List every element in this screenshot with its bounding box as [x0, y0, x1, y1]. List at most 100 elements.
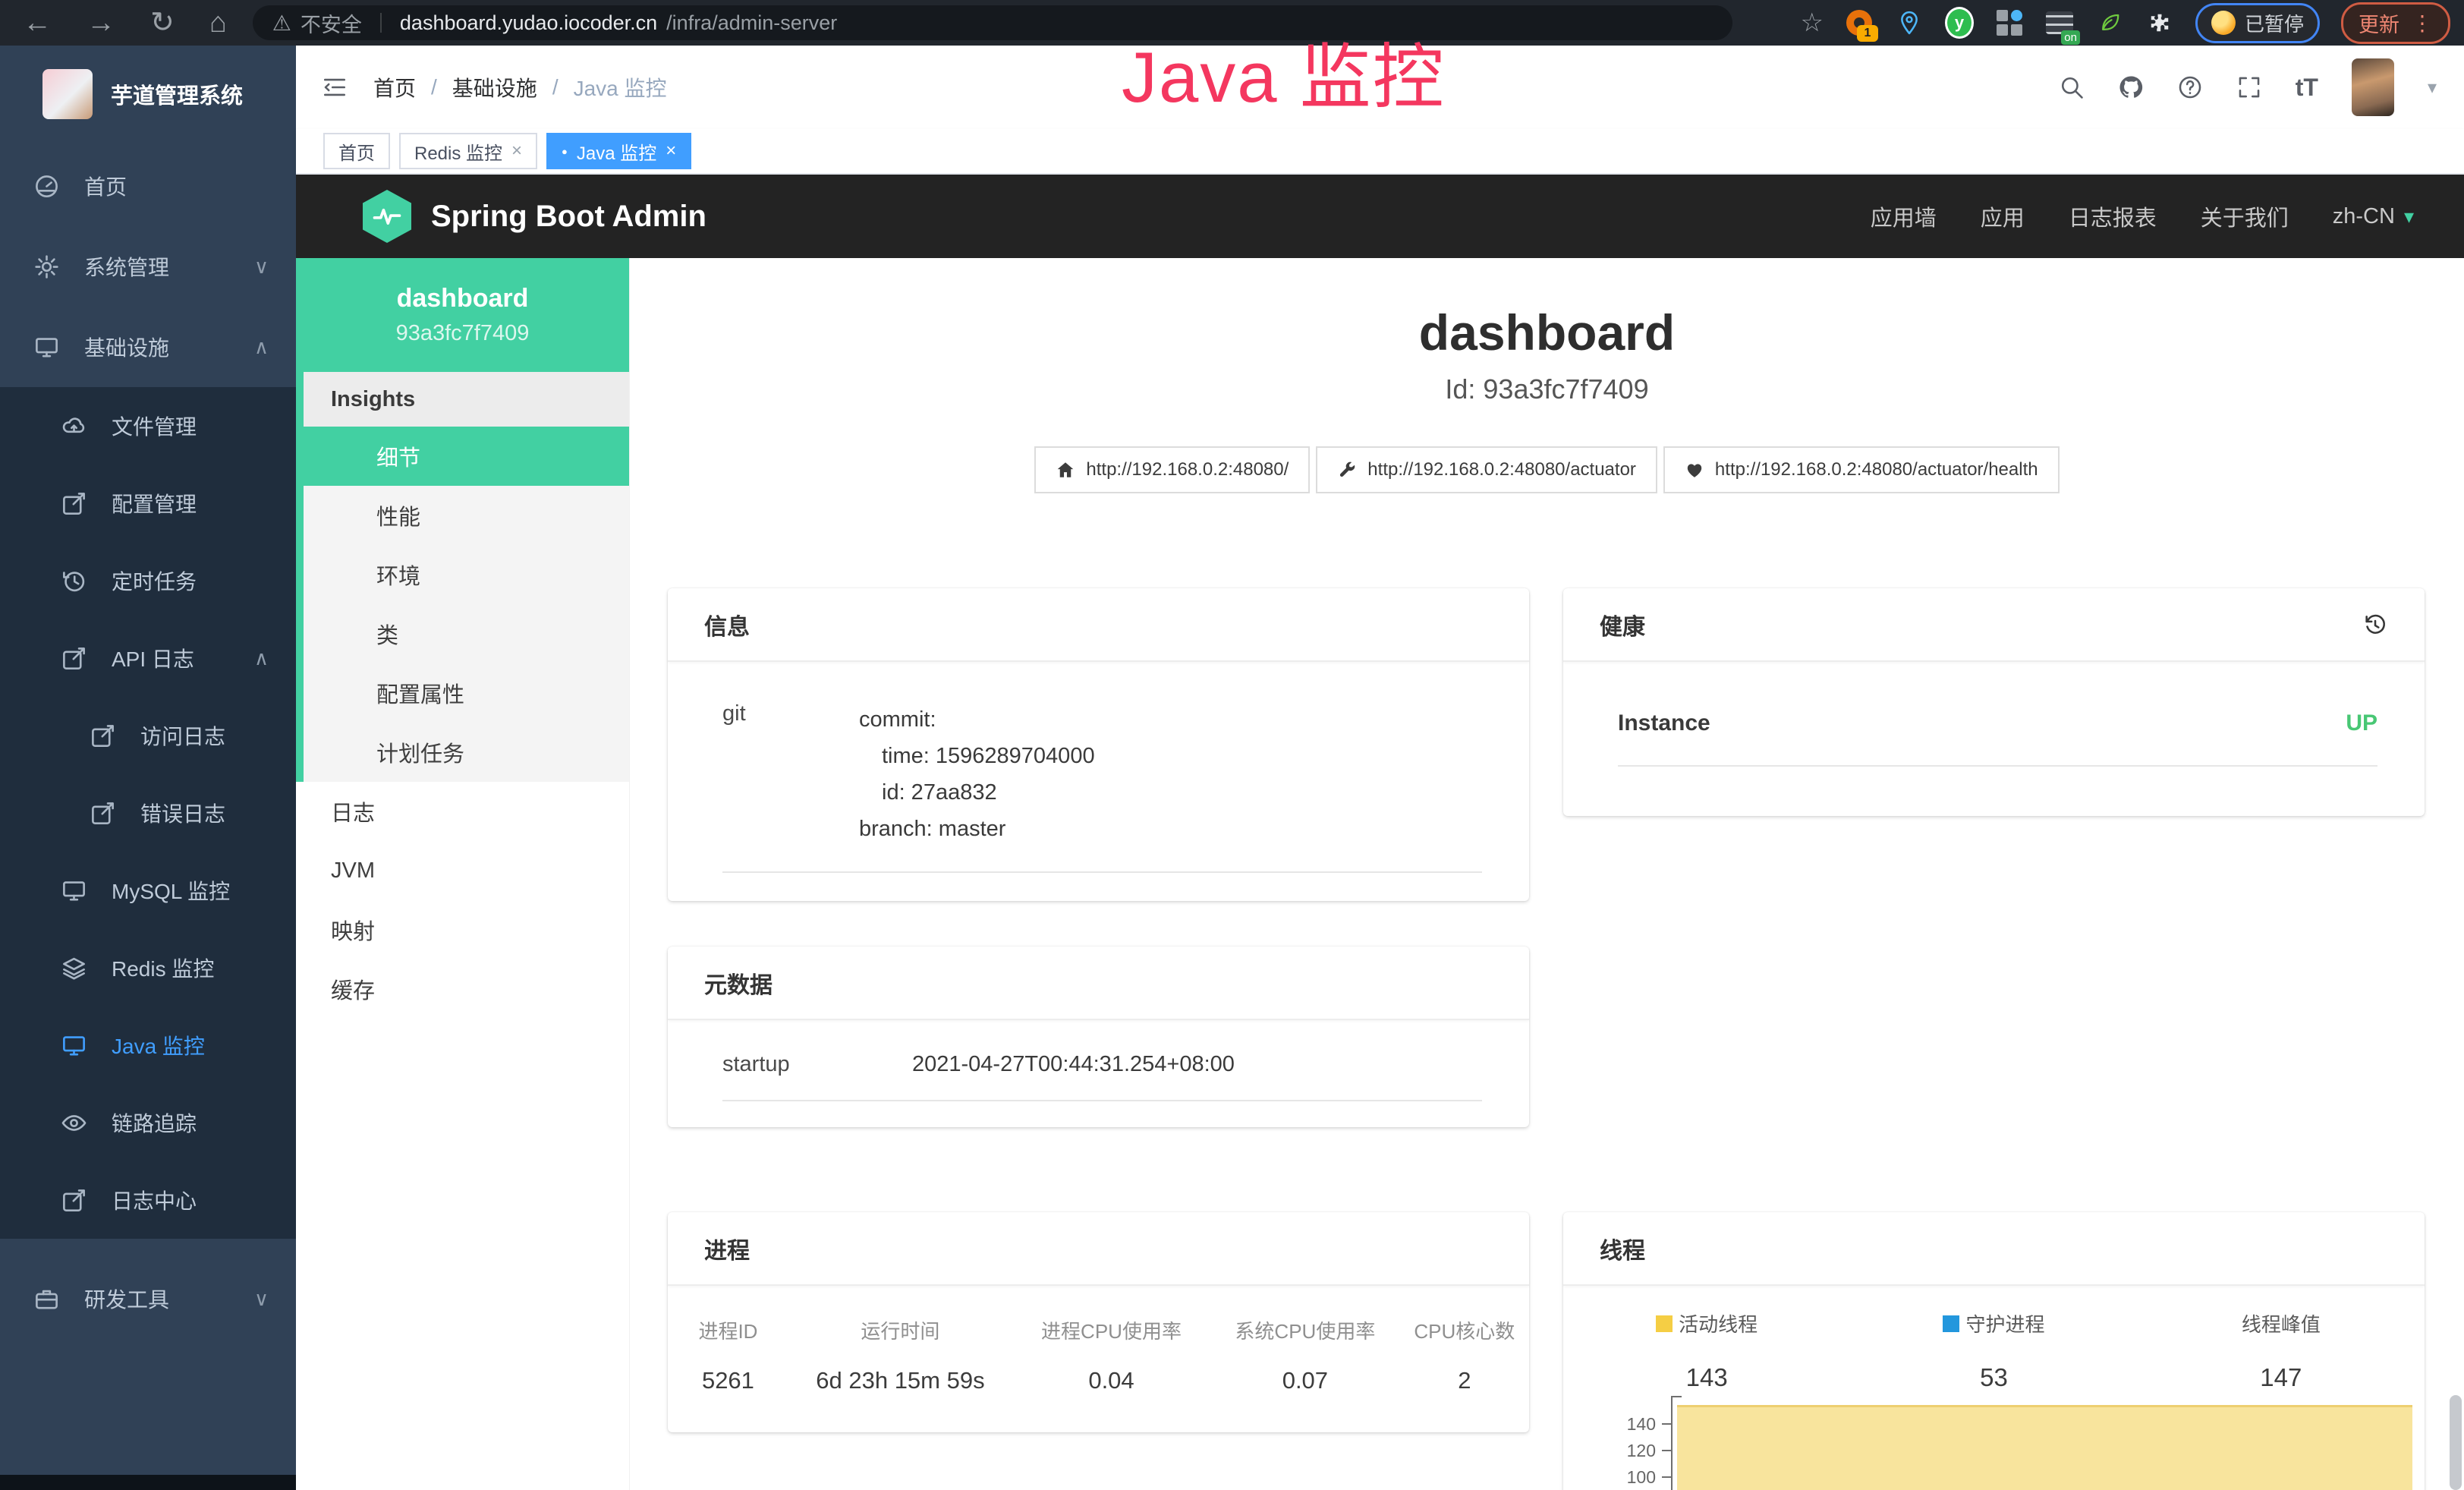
bookmark-star-icon[interactable]: ☆	[1801, 8, 1824, 38]
scrollbar-thumb[interactable]	[2450, 1395, 2462, 1490]
close-icon[interactable]: ×	[511, 142, 522, 160]
metadata-value: 2021-04-27T00:44:31.254+08:00	[912, 1052, 1235, 1077]
sidebar-item-system[interactable]: 系统管理 ∨	[0, 226, 296, 307]
back-icon[interactable]: ←	[23, 8, 52, 37]
legend-peak-threads: 线程峰值 147	[2138, 1309, 2425, 1392]
header-actions: tT ▾	[2059, 58, 2437, 116]
page-title: dashboard	[630, 304, 2464, 361]
fullscreen-icon[interactable]	[2236, 74, 2262, 100]
search-icon[interactable]	[2059, 74, 2085, 100]
sidebar-item-home[interactable]: 首页	[0, 146, 296, 226]
sidebar-item-tracing[interactable]: 链路追踪	[0, 1084, 296, 1161]
edit-icon	[61, 1187, 87, 1214]
text-size-icon[interactable]: tT	[2296, 74, 2318, 102]
extension-y-icon[interactable]: y	[1945, 8, 1974, 37]
process-table-row: 5261 6d 23h 15m 59s 0.04 0.07 2	[668, 1344, 1529, 1395]
breadcrumb-home[interactable]: 首页	[373, 72, 416, 102]
process-table-header: 进程ID 运行时间 进程CPU使用率 系统CPU使用率 CPU核心数	[668, 1316, 1529, 1344]
sidebar-menu: 首页 系统管理 ∨ 基础设施 ∧ 文件管理 配置管理	[0, 146, 296, 1339]
browser-menu-kebab-icon[interactable]: ⋮	[2412, 11, 2433, 36]
extension-leaf-icon[interactable]	[2095, 8, 2124, 37]
extensions-puzzle-icon[interactable]	[2145, 8, 2174, 37]
actuator-url-link[interactable]: http://192.168.0.2:48080/actuator	[1316, 446, 1657, 493]
sidebar-item-java-monitor[interactable]: Java 监控	[0, 1006, 296, 1084]
health-url-link[interactable]: http://192.168.0.2:48080/actuator/health	[1663, 446, 2060, 493]
sba-item-metrics[interactable]: 性能	[304, 486, 629, 545]
edit-icon	[61, 645, 87, 672]
sidebar-item-file-mgmt[interactable]: 文件管理	[0, 387, 296, 465]
sba-item-scheduled-tasks[interactable]: 计划任务	[304, 723, 629, 782]
url-divider	[380, 13, 382, 33]
sba-insights-section: Insights 细节 性能 环境 类 配置属性 计划任务	[296, 372, 629, 782]
avatar-caret-icon[interactable]: ▾	[2428, 77, 2437, 99]
help-icon[interactable]	[2177, 74, 2203, 100]
sidebar-item-redis-monitor[interactable]: Redis 监控	[0, 929, 296, 1006]
sidebar-fold-icon[interactable]	[322, 74, 348, 100]
sba-nav-applications[interactable]: 应用	[1981, 200, 2025, 232]
sba-brand[interactable]: Spring Boot Admin	[431, 200, 706, 234]
sidebar-item-dev-tools[interactable]: 研发工具 ∨	[0, 1258, 296, 1339]
breadcrumb-infra[interactable]: 基础设施	[452, 72, 537, 102]
health-card-title: 健康	[1563, 588, 2425, 662]
extension-grid-icon[interactable]	[1995, 8, 2024, 37]
sidebar-item-api-logs[interactable]: API 日志 ∧	[0, 619, 296, 697]
sidebar-item-scheduled-jobs[interactable]: 定时任务	[0, 542, 296, 619]
sba-nav-about[interactable]: 关于我们	[2201, 200, 2289, 232]
home-icon[interactable]: ⌂	[209, 8, 227, 37]
screen: ← → ↻ ⌂ ⚠ 不安全 dashboard.yudao.iocoder.cn…	[0, 0, 2464, 1490]
extension-on-badge: on	[2061, 30, 2080, 45]
sba-nav-wallboard[interactable]: 应用墙	[1871, 200, 1937, 232]
forward-icon[interactable]: →	[87, 8, 115, 37]
github-icon[interactable]	[2118, 74, 2144, 100]
tab-home[interactable]: 首页	[323, 133, 390, 169]
tab-java-monitor[interactable]: ● Java 监控 ×	[546, 133, 691, 169]
sba-locale-select[interactable]: zh-CN ▾	[2333, 204, 2414, 229]
reload-icon[interactable]: ↻	[150, 8, 175, 37]
extension-pin-icon[interactable]	[1895, 8, 1924, 37]
sba-item-config-props[interactable]: 配置属性	[304, 663, 629, 723]
url-host: dashboard.yudao.iocoder.cn	[400, 11, 657, 35]
sba-instance-header[interactable]: dashboard 93a3fc7f7409	[296, 258, 629, 372]
extension-orange-icon[interactable]: 1	[1845, 8, 1874, 37]
threads-legend: 活动线程 143 守护进程 53 线程峰值 147	[1563, 1309, 2425, 1392]
process-pid: 5261	[668, 1344, 788, 1395]
paused-badge[interactable]: 已暂停	[2195, 3, 2320, 43]
url-bar[interactable]: ⚠ 不安全 dashboard.yudao.iocoder.cn/infra/a…	[253, 5, 1732, 40]
edit-icon	[90, 723, 116, 749]
sidebar-item-error-logs[interactable]: 错误日志	[0, 774, 296, 852]
app-logo-image	[42, 69, 93, 119]
sba-item-jvm[interactable]: JVM	[296, 841, 629, 900]
app-logo[interactable]: 芋道管理系统	[0, 46, 296, 124]
sidebar-item-config-mgmt[interactable]: 配置管理	[0, 465, 296, 542]
sba-header: Spring Boot Admin 应用墙 应用 日志报表 关于我们 zh-CN…	[296, 175, 2464, 258]
wrench-icon	[1337, 460, 1357, 480]
tab-redis-monitor[interactable]: Redis 监控 ×	[399, 133, 537, 169]
sba-item-mappings[interactable]: 映射	[296, 900, 629, 959]
user-avatar[interactable]	[2352, 58, 2394, 116]
sba-item-logs[interactable]: 日志	[296, 782, 629, 841]
extension-list-icon[interactable]: on	[2045, 8, 2074, 37]
health-history-icon[interactable]	[2362, 612, 2388, 638]
active-dot-icon: ●	[562, 146, 568, 156]
metadata-row-startup: startup 2021-04-27T00:44:31.254+08:00	[722, 1052, 1482, 1101]
process-uptime: 6d 23h 15m 59s	[788, 1344, 1012, 1395]
edit-icon	[61, 490, 87, 517]
app-title: 芋道管理系统	[111, 78, 243, 110]
process-cpu: 0.04	[1012, 1344, 1210, 1395]
sidebar-item-access-logs[interactable]: 访问日志	[0, 697, 296, 774]
tags-view-bar: 首页 Redis 监控 × ● Java 监控 ×	[296, 129, 2464, 175]
sba-item-classes[interactable]: 类	[304, 604, 629, 663]
briefcase-icon	[33, 1286, 60, 1312]
chevron-up-icon: ∧	[254, 335, 269, 359]
sba-nav-journal[interactable]: 日志报表	[2069, 200, 2157, 232]
sidebar-item-infra[interactable]: 基础设施 ∧	[0, 307, 296, 387]
sidebar-item-mysql-monitor[interactable]: MySQL 监控	[0, 852, 296, 929]
update-button[interactable]: 更新 ⋮	[2341, 2, 2450, 44]
service-url-link[interactable]: http://192.168.0.2:48080/	[1034, 446, 1310, 493]
close-icon[interactable]: ×	[666, 142, 676, 160]
sba-item-environment[interactable]: 环境	[304, 545, 629, 604]
sidebar-item-log-center[interactable]: 日志中心	[0, 1161, 296, 1239]
sba-item-details[interactable]: 细节	[304, 427, 629, 486]
monitor-icon	[33, 334, 60, 361]
sba-item-caches[interactable]: 缓存	[296, 959, 629, 1019]
